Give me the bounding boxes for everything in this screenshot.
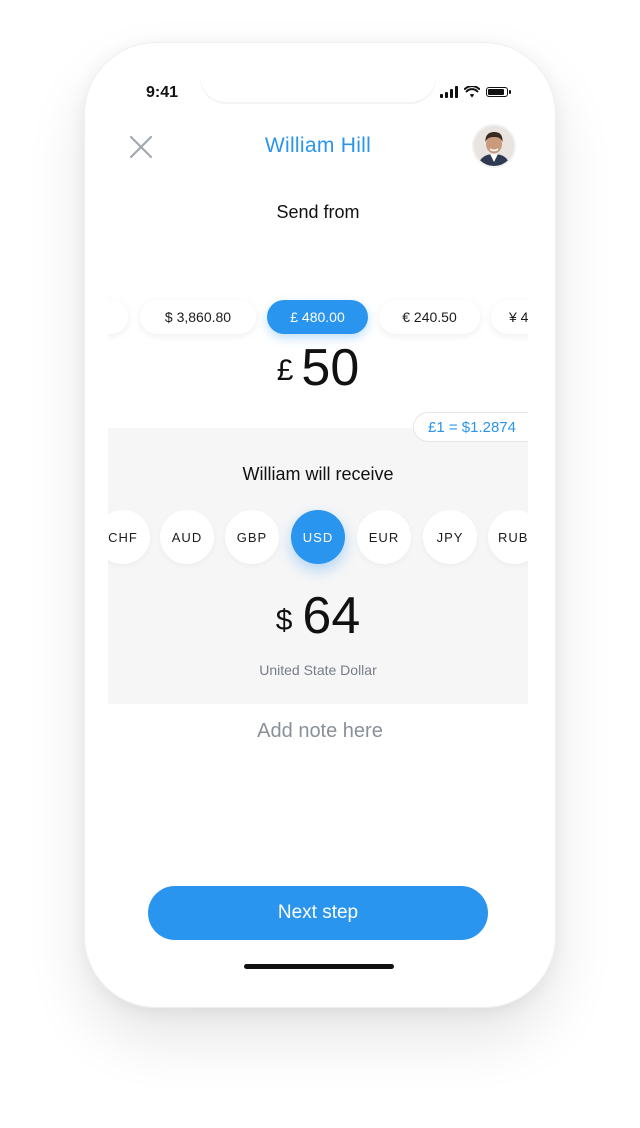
phone-frame: 9:41 William Hill Send from $ 3,860.80 £… <box>84 42 556 1008</box>
currency-usd[interactable]: USD <box>291 510 345 564</box>
send-currency-symbol: £ <box>276 354 294 387</box>
app-screen: 9:41 William Hill Send from $ 3,860.80 £… <box>108 70 528 978</box>
currency-chf[interactable]: CHF <box>108 510 150 564</box>
send-amount-value: 50 <box>301 339 360 397</box>
note-input[interactable] <box>128 710 512 752</box>
avatar-image <box>474 126 514 166</box>
wifi-icon <box>464 86 480 98</box>
receive-amount-value: 64 <box>302 587 361 645</box>
home-indicator[interactable] <box>244 964 394 969</box>
currency-eur[interactable]: EUR <box>357 510 411 564</box>
status-icons <box>440 86 511 98</box>
avatar[interactable] <box>474 126 514 166</box>
receive-label: William will receive <box>242 464 394 484</box>
currency-jpy[interactable]: JPY <box>423 510 477 564</box>
next-step-button[interactable]: Next step <box>148 886 488 940</box>
receive-amount: $ 64 <box>108 578 528 642</box>
receive-currency-symbol: $ <box>275 604 293 637</box>
receive-currency-name: United State Dollar <box>259 662 377 678</box>
status-time: 9:41 <box>146 84 179 101</box>
recipient-name: William Hill <box>264 134 372 157</box>
currency-rub[interactable]: RUB <box>488 510 528 564</box>
exchange-rate-badge[interactable]: £1 = $1.2874 <box>412 412 528 442</box>
send-amount[interactable]: £ 50 <box>108 324 528 394</box>
battery-icon <box>486 87 511 97</box>
signal-icon <box>440 86 458 98</box>
notch <box>200 70 436 102</box>
currency-gbp[interactable]: GBP <box>225 510 279 564</box>
currency-aud[interactable]: AUD <box>160 510 214 564</box>
send-from-label: Send from <box>276 202 360 222</box>
currency-selector: CHF AUD GBP USD EUR JPY RUB <box>108 510 528 564</box>
